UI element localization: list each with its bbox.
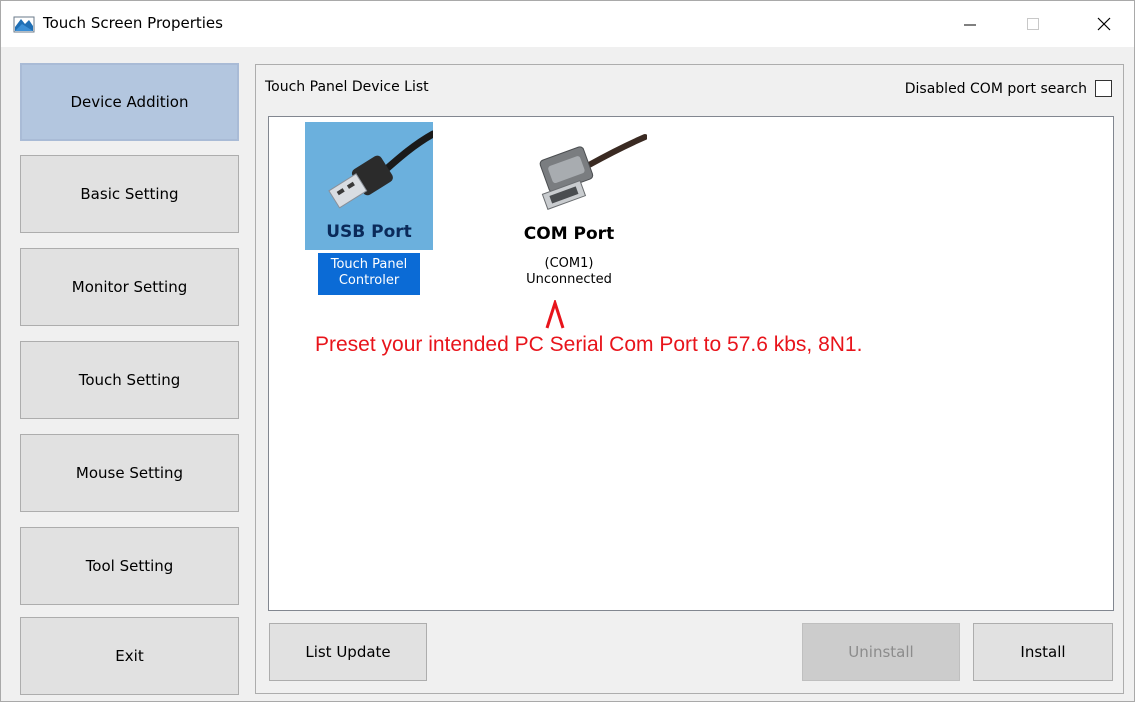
app-icon bbox=[13, 16, 35, 33]
touch-screen-properties-window: Touch Screen Properties Device Addition … bbox=[0, 0, 1135, 702]
uninstall-button[interactable]: Uninstall bbox=[802, 623, 960, 681]
sidebar-item-label: Basic Setting bbox=[80, 185, 179, 203]
sidebar-item-monitor-setting[interactable]: Monitor Setting bbox=[20, 248, 239, 326]
close-icon bbox=[1097, 17, 1111, 31]
device-list: USB Port Touch Panel Controler COM Port … bbox=[268, 116, 1114, 611]
disabled-com-search-label: Disabled COM port search bbox=[904, 80, 1087, 97]
usb-port-caption: Touch Panel Controler bbox=[318, 253, 420, 295]
sidebar-item-label: Tool Setting bbox=[85, 557, 174, 575]
usb-plug-icon bbox=[328, 130, 437, 209]
list-update-label: List Update bbox=[305, 643, 391, 661]
sidebar-item-basic-setting[interactable]: Basic Setting bbox=[20, 155, 239, 233]
sidebar-item-label: Mouse Setting bbox=[75, 464, 184, 482]
minimize-button[interactable] bbox=[941, 1, 999, 47]
sidebar-item-label: Device Addition bbox=[70, 93, 189, 111]
disabled-com-search-option[interactable]: Disabled COM port search bbox=[905, 80, 1112, 97]
usb-caption-line2: Controler bbox=[338, 273, 400, 288]
sidebar-item-touch-setting[interactable]: Touch Setting bbox=[20, 341, 239, 419]
com-caption-line2: Unconnected bbox=[526, 272, 612, 287]
serial-connector-icon bbox=[539, 134, 647, 210]
disabled-com-search-checkbox[interactable] bbox=[1095, 80, 1112, 97]
uninstall-label: Uninstall bbox=[848, 643, 914, 661]
window-title: Touch Screen Properties bbox=[43, 14, 223, 32]
title-bar[interactable]: Touch Screen Properties bbox=[1, 1, 1134, 47]
usb-port-name: USB Port bbox=[326, 222, 412, 242]
maximize-button[interactable] bbox=[1004, 1, 1062, 47]
usb-caption-line1: Touch Panel bbox=[330, 257, 408, 272]
install-button[interactable]: Install bbox=[973, 623, 1113, 681]
com-port-caption: (COM1) Unconnected bbox=[494, 256, 644, 288]
minimize-icon bbox=[964, 24, 976, 26]
sidebar-item-label: Exit bbox=[115, 647, 144, 665]
sidebar-item-exit[interactable]: Exit bbox=[20, 617, 239, 695]
annotation-text: Preset your intended PC Serial Com Port … bbox=[315, 333, 863, 356]
maximize-icon bbox=[1027, 18, 1039, 30]
com-caption-line1: (COM1) bbox=[544, 256, 594, 271]
device-addition-panel: Touch Panel Device List Disabled COM por… bbox=[255, 64, 1124, 694]
sidebar-item-mouse-setting[interactable]: Mouse Setting bbox=[20, 434, 239, 512]
panel-title: Touch Panel Device List bbox=[265, 79, 429, 95]
com-port-name: COM Port bbox=[523, 224, 615, 244]
sidebar-item-tool-setting[interactable]: Tool Setting bbox=[20, 527, 239, 605]
list-update-button[interactable]: List Update bbox=[269, 623, 427, 681]
sidebar-item-device-addition[interactable]: Device Addition bbox=[20, 63, 239, 141]
close-button[interactable] bbox=[1075, 1, 1133, 47]
install-label: Install bbox=[1020, 643, 1066, 661]
sidebar-item-label: Monitor Setting bbox=[71, 278, 188, 296]
annotation-arrow bbox=[545, 300, 565, 329]
sidebar-item-label: Touch Setting bbox=[78, 371, 181, 389]
